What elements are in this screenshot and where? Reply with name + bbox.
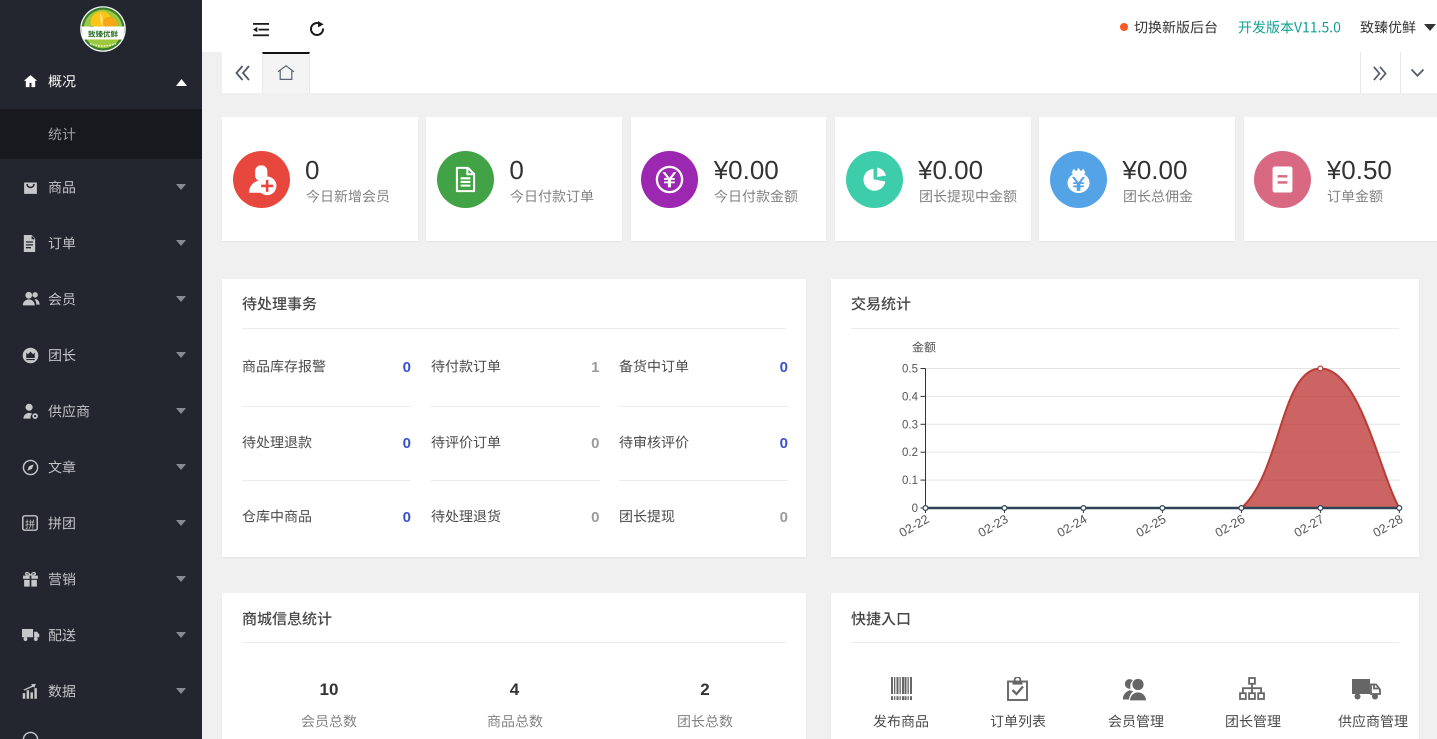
svg-text:02-26: 02-26 — [1213, 512, 1248, 540]
svg-text:02-22: 02-22 — [897, 512, 932, 540]
svg-text:0.2: 0.2 — [902, 447, 918, 459]
svg-text:02-23: 02-23 — [976, 512, 1011, 540]
svg-text:02-24: 02-24 — [1055, 512, 1090, 540]
svg-text:0: 0 — [912, 503, 918, 515]
svg-text:02-27: 02-27 — [1292, 512, 1327, 540]
svg-text:0.4: 0.4 — [902, 391, 919, 403]
svg-text:0.1: 0.1 — [902, 475, 918, 487]
svg-text:0.5: 0.5 — [902, 364, 918, 376]
svg-text:0.3: 0.3 — [902, 419, 918, 431]
svg-text:02-28: 02-28 — [1371, 512, 1406, 540]
svg-text:02-25: 02-25 — [1134, 512, 1169, 540]
